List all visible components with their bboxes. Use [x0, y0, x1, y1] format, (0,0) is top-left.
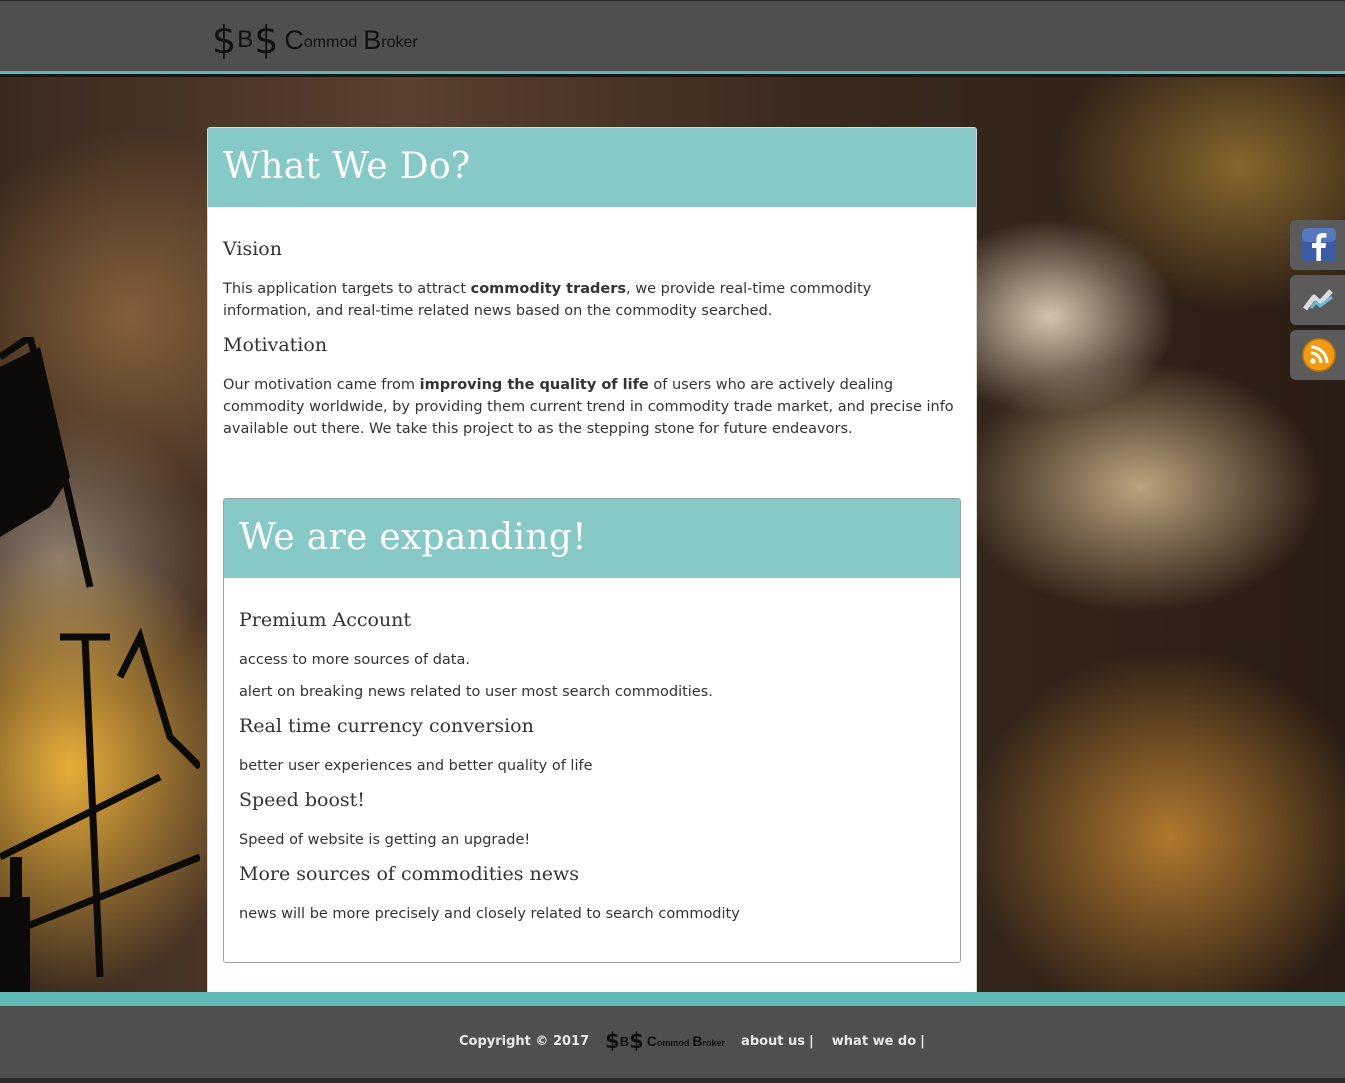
motivation-heading: Motivation [223, 334, 328, 356]
vision-text: This application targets to attract comm… [223, 278, 961, 322]
rss-icon [1302, 338, 1336, 372]
footer-link-what-we-do[interactable]: what we do | [832, 1034, 925, 1049]
logo-letter-b: B [363, 24, 382, 55]
footer-link-label: what we do [831, 1033, 917, 1049]
feature-text: better user experiences and better quali… [239, 758, 593, 774]
vision-text-emphasis: commodity traders [470, 281, 627, 297]
copyright-text: Copyright © 2017 [459, 1033, 590, 1049]
feature-heading-news-sources: More sources of commodities news [239, 863, 579, 885]
feature-heading-speed-boost: Speed boost! [239, 789, 365, 811]
motivation-text-part: Our motivation came from [223, 377, 420, 393]
social-rss-button[interactable] [1290, 330, 1345, 380]
feature-text: access to more sources of data. [239, 652, 470, 668]
vision-text-part: This application targets to attract [223, 281, 471, 297]
expanding-panel-body: Premium Account access to more sources o… [224, 609, 960, 925]
logo-letter-c: C [646, 1033, 657, 1049]
logo-b-mark: B [237, 26, 254, 53]
motivation-text: Our motivation came from improving the q… [223, 374, 961, 440]
feature-text: Speed of website is getting an upgrade! [239, 832, 531, 848]
footer-logo[interactable]: $ B $ C ommod B roker [605, 1029, 725, 1053]
logo-text-ommod: ommod [303, 34, 358, 51]
facebook-icon [1302, 228, 1336, 262]
panel-heading: What We Do? [208, 128, 976, 207]
logo-text-roker: roker [702, 1037, 726, 1048]
logo-dollar-icon: $ [212, 18, 237, 62]
logo-letter-b: B [692, 1033, 703, 1049]
footer-separator: | [809, 1033, 814, 1049]
feature-heading-premium-account: Premium Account [239, 609, 412, 631]
expanding-title: We are expanding! [239, 517, 587, 558]
site-header: $ B $ C ommod B roker [0, 0, 1345, 74]
footer-accent-band [0, 992, 1345, 1006]
oil-pump-silhouette [0, 337, 200, 992]
feature-text: alert on breaking news related to user m… [239, 684, 713, 700]
expanding-panel-heading: We are expanding! [224, 499, 960, 578]
footer-link-label: about us [741, 1033, 806, 1049]
social-facebook-button[interactable] [1290, 220, 1345, 270]
footer-link-about-us[interactable]: about us | [741, 1034, 814, 1049]
footer-separator: | [920, 1033, 925, 1049]
what-we-do-panel: What We Do? Vision This application targ… [207, 127, 977, 999]
logo-dollar-icon: $ [254, 18, 279, 62]
logo-text-roker: roker [381, 34, 418, 51]
expanding-panel: We are expanding! Premium Account access… [223, 498, 961, 963]
feature-text: news will be more precisely and closely … [239, 906, 740, 922]
chart-icon [1303, 289, 1333, 311]
logo-dollar-icon: $ [605, 1029, 620, 1053]
footer-content: Copyright © 2017 $ B $ C ommod B roker a… [459, 1029, 925, 1053]
panel-body: Vision This application targets to attra… [208, 238, 976, 440]
logo-text-ommod: ommod [656, 1037, 690, 1048]
vision-heading: Vision [223, 238, 282, 260]
logo-dollar-icon: $ [629, 1029, 644, 1053]
site-footer: Copyright © 2017 $ B $ C ommod B roker a… [0, 1006, 1345, 1078]
browser-status-strip [0, 1078, 1345, 1083]
motivation-text-emphasis: improving the quality of life [419, 377, 649, 393]
feature-heading-currency-conversion: Real time currency conversion [239, 715, 534, 737]
logo-b-mark: B [619, 1033, 630, 1049]
site-logo[interactable]: $ B $ C ommod B roker [212, 19, 418, 61]
page-title: What We Do? [223, 146, 471, 187]
social-chart-button[interactable] [1290, 275, 1345, 325]
logo-letter-c: C [284, 24, 304, 55]
